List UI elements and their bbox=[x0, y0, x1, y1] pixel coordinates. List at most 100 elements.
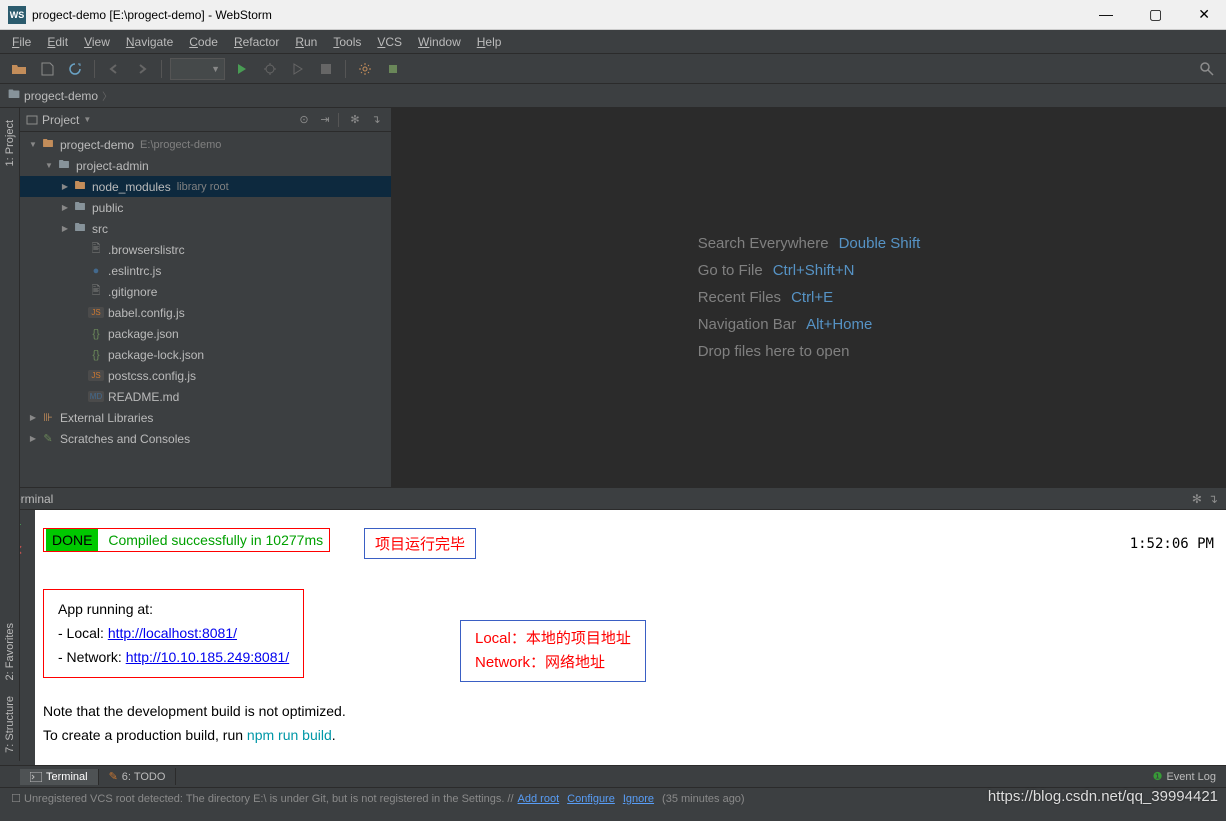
hint-label: Go to File bbox=[698, 262, 763, 279]
left-tool-stripe-bottom: 2: Favorites 7: Structure bbox=[0, 487, 20, 761]
tree-label: package-lock.json bbox=[108, 348, 204, 362]
project-tree[interactable]: ▼🖿progect-demoE:\progect-demo▼🖿project-a… bbox=[20, 132, 391, 487]
run-config-combo[interactable]: ▼ bbox=[170, 58, 225, 80]
event-log-tab[interactable]: ❶ Event Log bbox=[1143, 768, 1226, 785]
hint-shortcut: Ctrl+E bbox=[791, 289, 833, 306]
save-all-icon[interactable] bbox=[36, 58, 58, 80]
menu-help[interactable]: Help bbox=[469, 32, 510, 52]
network-label: - Network: bbox=[58, 649, 126, 665]
add-root-link[interactable]: Add root bbox=[518, 793, 560, 805]
run-icon[interactable] bbox=[231, 58, 253, 80]
menu-file[interactable]: File bbox=[4, 32, 39, 52]
menu-navigate[interactable]: Navigate bbox=[118, 32, 181, 52]
tree-row[interactable]: JSpostcss.config.js bbox=[20, 365, 391, 386]
hide-terminal-icon[interactable]: ↴ bbox=[1208, 492, 1218, 506]
hide-icon[interactable]: ↴ bbox=[367, 111, 385, 129]
minimize-button[interactable]: — bbox=[1091, 4, 1121, 25]
tree-row[interactable]: {}package-lock.json bbox=[20, 344, 391, 365]
menu-edit[interactable]: Edit bbox=[39, 32, 76, 52]
breadcrumb-item[interactable]: 🖿 progect-demo 〉 bbox=[8, 85, 112, 106]
expand-arrow-icon[interactable]: ▼ bbox=[26, 140, 40, 149]
stop-icon[interactable] bbox=[315, 58, 337, 80]
local-url-link[interactable]: http://localhost:8081/ bbox=[108, 625, 237, 641]
menu-window[interactable]: Window bbox=[410, 32, 469, 52]
menu-run[interactable]: Run bbox=[287, 32, 325, 52]
expand-arrow-icon[interactable]: ▶ bbox=[58, 203, 72, 212]
terminal-tab[interactable]: Terminal bbox=[20, 769, 99, 785]
breadcrumb-label: progect-demo bbox=[24, 89, 98, 103]
tree-row[interactable]: ▶🖿src bbox=[20, 218, 391, 239]
maximize-button[interactable]: ▢ bbox=[1141, 4, 1170, 25]
project-tool-tab[interactable]: 1: Project bbox=[2, 112, 18, 174]
configure-link[interactable]: Configure bbox=[567, 793, 615, 805]
network-url-link[interactable]: http://10.10.185.249:8081/ bbox=[126, 649, 289, 665]
window-controls: — ▢ ✕ bbox=[1091, 4, 1218, 25]
menu-view[interactable]: View bbox=[76, 32, 118, 52]
gear-icon[interactable]: ✻ bbox=[346, 111, 364, 129]
tree-label: src bbox=[92, 222, 108, 236]
coverage-icon[interactable] bbox=[287, 58, 309, 80]
event-log-icon: ❶ bbox=[1153, 770, 1163, 783]
scratch-icon: ✎ bbox=[40, 432, 56, 445]
structure-tool-tab[interactable]: 7: Structure bbox=[2, 688, 18, 761]
gear-icon[interactable]: ✻ bbox=[1192, 492, 1202, 506]
status-hide-icon[interactable]: ☐ bbox=[8, 792, 24, 805]
tree-row[interactable]: 🖹.browserslistrc bbox=[20, 239, 391, 260]
annotation-2: Local：本地的项目地址 Network：网络地址 bbox=[460, 620, 646, 682]
menu-tools[interactable]: Tools bbox=[325, 32, 369, 52]
sync-icon[interactable] bbox=[64, 58, 86, 80]
file-icon: 🖹 bbox=[88, 282, 104, 301]
debug-icon[interactable] bbox=[259, 58, 281, 80]
editor-hint: Search Everywhere Double Shift bbox=[698, 235, 921, 252]
tree-row[interactable]: JS babel.config.js bbox=[20, 302, 391, 323]
project-view-selector[interactable]: Project ▼ bbox=[26, 113, 91, 127]
webstorm-icon: WS bbox=[8, 6, 26, 24]
hint-shortcut: Alt+Home bbox=[806, 316, 872, 333]
menu-refactor[interactable]: Refactor bbox=[226, 32, 287, 52]
tree-row[interactable]: 🖹.gitignore bbox=[20, 281, 391, 302]
json-icon: {} bbox=[88, 328, 104, 340]
menu-code[interactable]: Code bbox=[181, 32, 226, 52]
tree-row[interactable]: ●.eslintrc.js bbox=[20, 260, 391, 281]
todo-tab[interactable]: ✎ 6: TODO bbox=[99, 768, 177, 785]
expand-arrow-icon[interactable]: ▶ bbox=[58, 182, 72, 191]
tree-row[interactable]: ▶⊪External Libraries bbox=[20, 407, 391, 428]
project-sidebar-header: Project ▼ ⊙ ⇥ ✻ ↴ bbox=[20, 108, 391, 132]
tree-aux: library root bbox=[177, 181, 229, 193]
left-tool-stripe: 1: Project bbox=[0, 108, 20, 487]
titlebar: WS progect-demo [E:\progect-demo] - WebS… bbox=[0, 0, 1226, 30]
forward-icon[interactable] bbox=[131, 58, 153, 80]
done-badge: DONE bbox=[46, 529, 98, 551]
tree-label: babel.config.js bbox=[108, 306, 185, 320]
hint-label: Search Everywhere bbox=[698, 235, 829, 252]
expand-arrow-icon[interactable]: ▶ bbox=[58, 224, 72, 233]
hint-shortcut: Double Shift bbox=[839, 235, 921, 252]
open-icon[interactable] bbox=[8, 58, 30, 80]
collapse-icon[interactable]: ⇥ bbox=[316, 111, 334, 129]
back-icon[interactable] bbox=[103, 58, 125, 80]
tree-label: node_modules bbox=[92, 180, 171, 194]
hint-shortcut: Ctrl+Shift+N bbox=[773, 262, 855, 279]
lib-icon: ⊪ bbox=[40, 411, 56, 424]
tree-row[interactable]: ▶🖿public bbox=[20, 197, 391, 218]
tree-row[interactable]: MDREADME.md bbox=[20, 386, 391, 407]
tree-row[interactable]: ▼🖿project-admin bbox=[20, 155, 391, 176]
annotation-1: 项目运行完毕 bbox=[364, 528, 476, 559]
tree-row[interactable]: {}package.json bbox=[20, 323, 391, 344]
locate-icon[interactable]: ⊙ bbox=[295, 111, 313, 129]
expand-arrow-icon[interactable]: ▼ bbox=[42, 161, 56, 170]
expand-arrow-icon[interactable]: ▶ bbox=[26, 434, 40, 443]
tree-row[interactable]: ▶✎Scratches and Consoles bbox=[20, 428, 391, 449]
terminal-output[interactable]: 1:52:06 PM DONE Compiled successfully in… bbox=[35, 510, 1226, 765]
ignore-link[interactable]: Ignore bbox=[623, 793, 654, 805]
search-icon[interactable] bbox=[1196, 58, 1218, 80]
tree-row[interactable]: ▶🖿node_moduleslibrary root bbox=[20, 176, 391, 197]
expand-arrow-icon[interactable]: ▶ bbox=[26, 413, 40, 422]
close-button[interactable]: ✕ bbox=[1190, 4, 1218, 25]
menu-vcs[interactable]: VCS bbox=[369, 32, 410, 52]
settings-icon[interactable] bbox=[354, 58, 376, 80]
js-icon: JS bbox=[88, 307, 104, 318]
tree-row[interactable]: ▼🖿progect-demoE:\progect-demo bbox=[20, 134, 391, 155]
plugins-icon[interactable] bbox=[382, 58, 404, 80]
favorites-tool-tab[interactable]: 2: Favorites bbox=[2, 615, 18, 688]
